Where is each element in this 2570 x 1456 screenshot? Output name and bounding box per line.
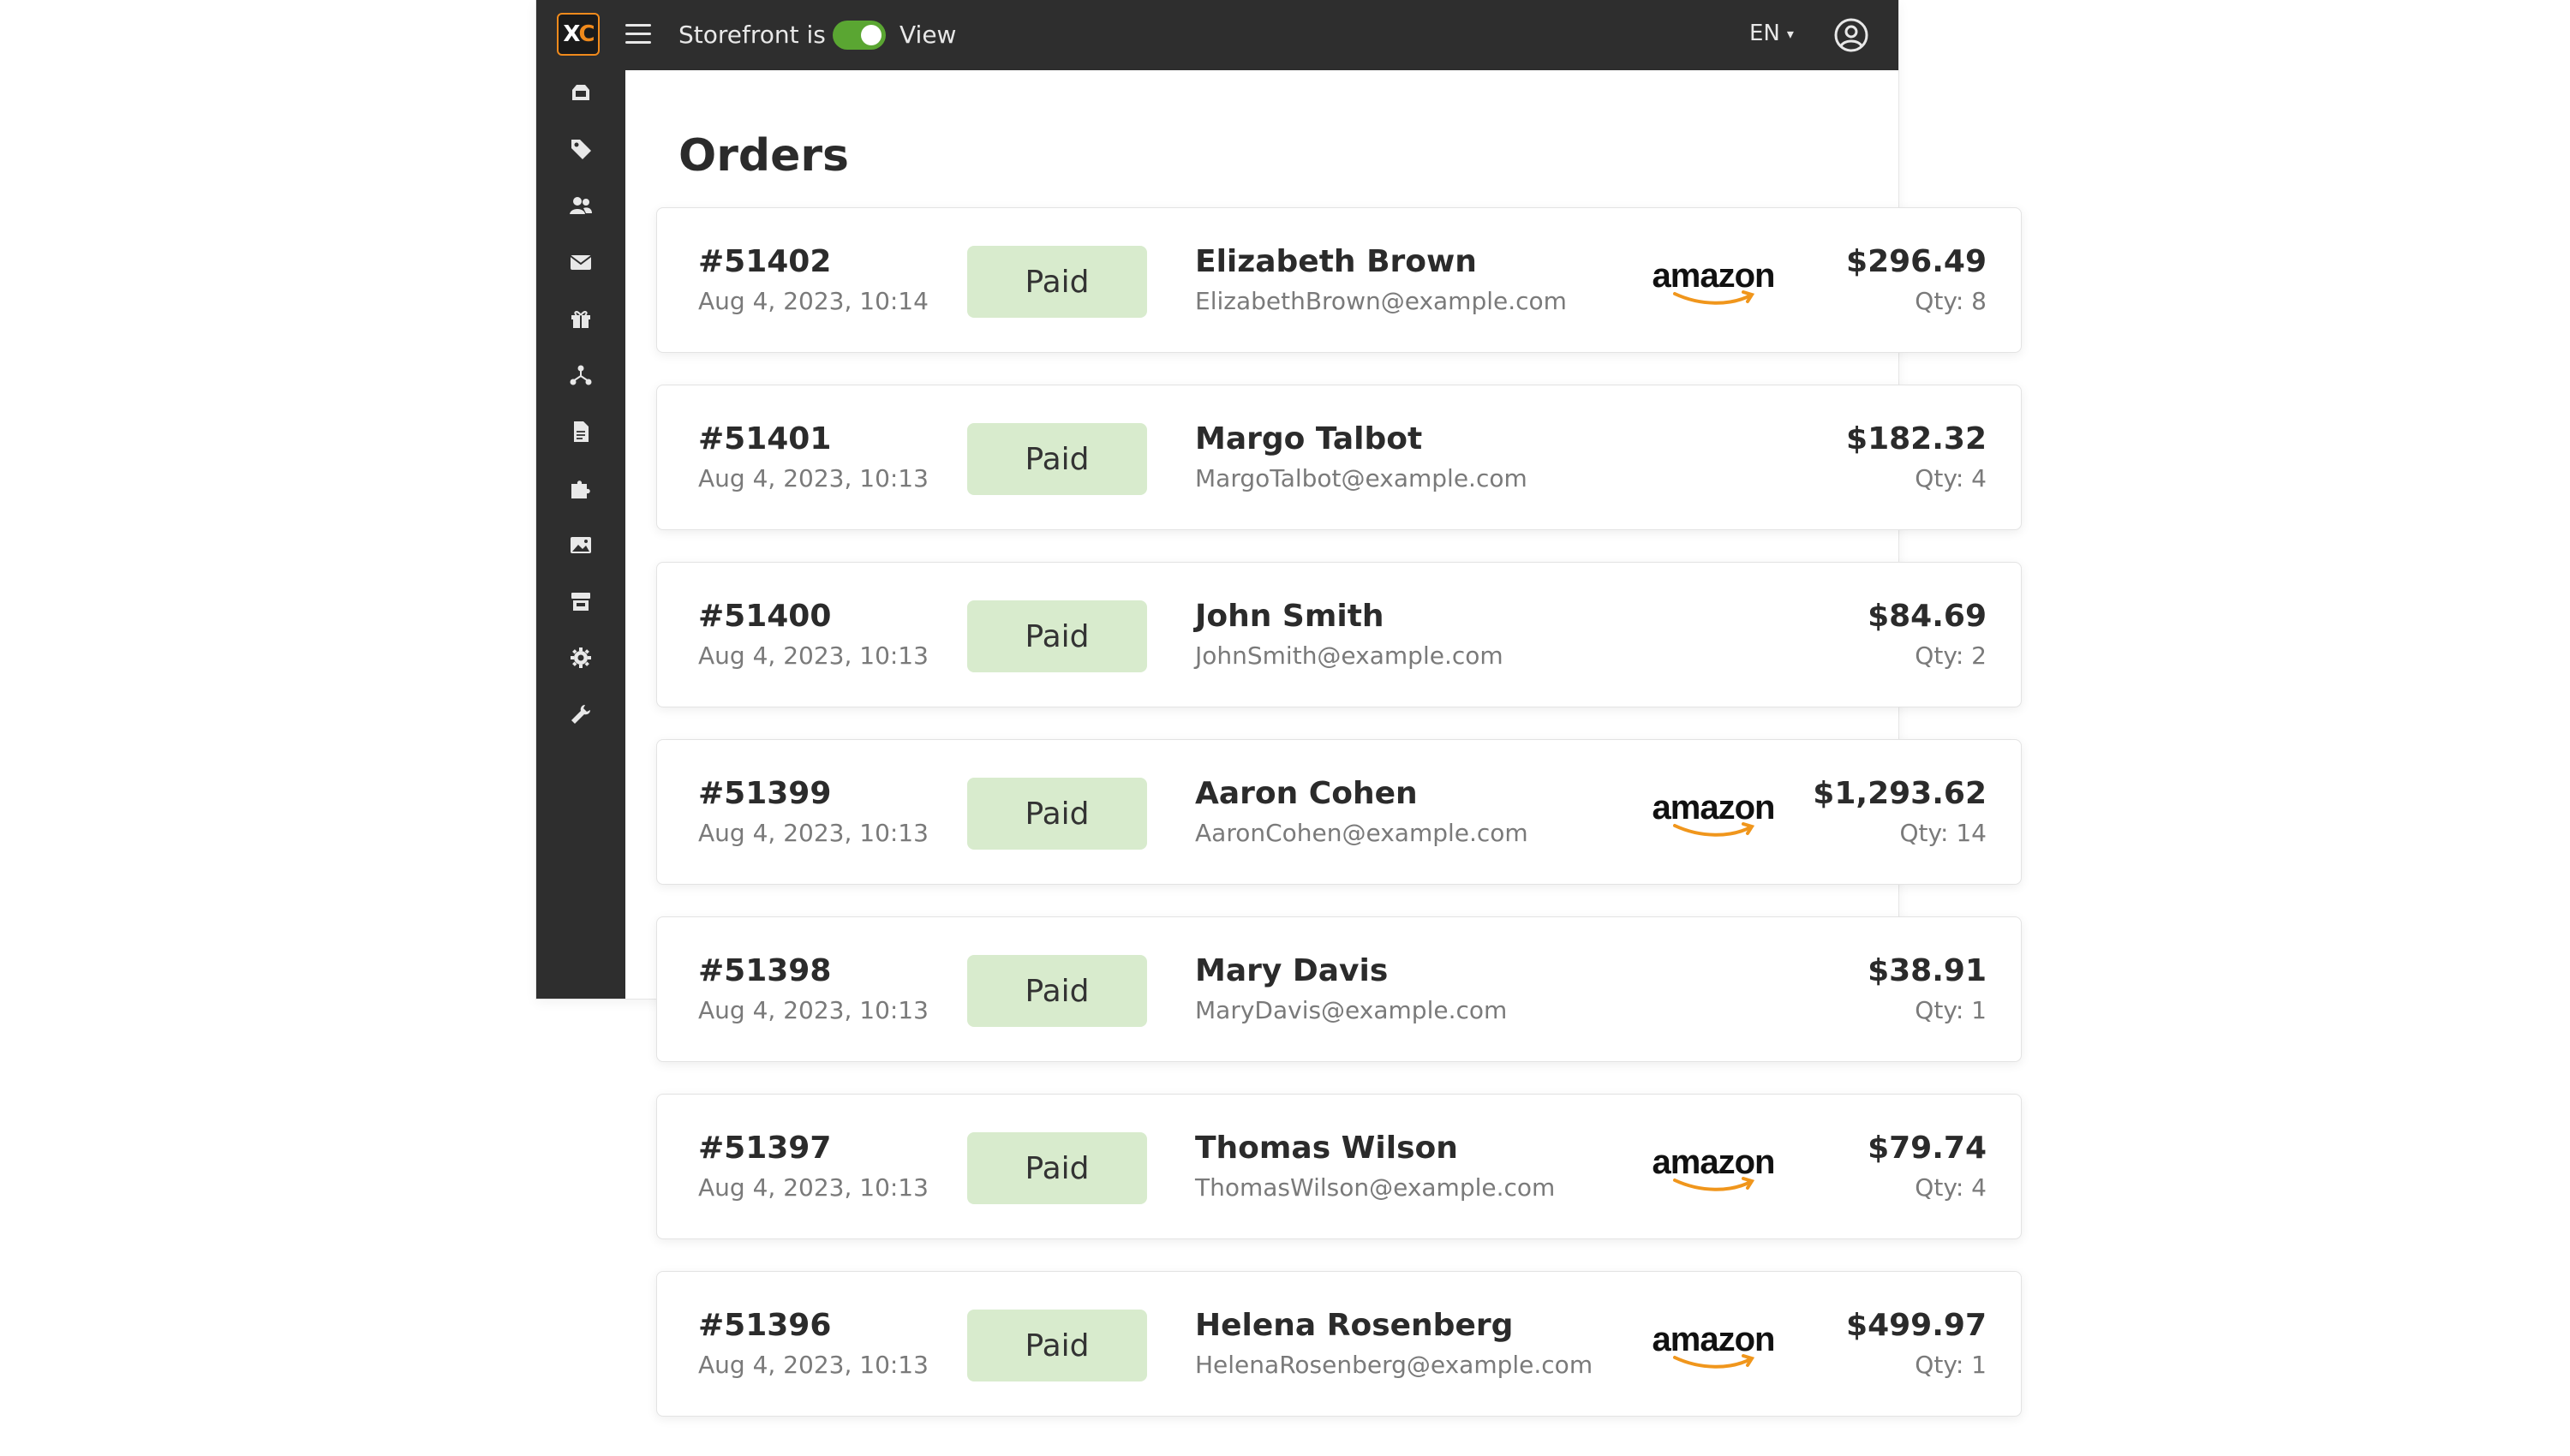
payment-status-badge[interactable]: Paid <box>967 600 1147 672</box>
order-number[interactable]: #51398 <box>698 953 831 988</box>
order-date: Aug 4, 2023, 10:13 <box>698 819 929 847</box>
order-date: Aug 4, 2023, 10:13 <box>698 1351 929 1379</box>
page-title: Orders <box>678 130 849 182</box>
payment-status-badge[interactable]: Paid <box>967 778 1147 850</box>
user-account-icon[interactable] <box>1833 17 1869 53</box>
customer-name[interactable]: Margo Talbot <box>1195 421 1422 456</box>
order-total: $38.91 <box>1868 953 1987 988</box>
svg-text:amazon: amazon <box>1653 258 1775 295</box>
customer-email: ThomasWilson@example.com <box>1195 1173 1556 1202</box>
order-quantity: Qty: 2 <box>1915 641 1987 670</box>
customer-name[interactable]: John Smith <box>1195 599 1384 634</box>
amazon-logo-icon: amazon <box>1653 1322 1775 1369</box>
image-icon[interactable] <box>565 529 596 560</box>
order-quantity: Qty: 4 <box>1915 1173 1987 1202</box>
order-total: $79.74 <box>1868 1131 1987 1166</box>
order-row[interactable]: #51400 Aug 4, 2023, 10:13 Paid John Smit… <box>656 562 2022 707</box>
chevron-down-icon: ▾ <box>1786 25 1794 42</box>
order-quantity: Qty: 14 <box>1899 819 1987 847</box>
language-selector[interactable]: EN ▾ <box>1749 21 1794 46</box>
order-number[interactable]: #51399 <box>698 776 831 811</box>
order-quantity: Qty: 4 <box>1915 464 1987 492</box>
order-total: $182.32 <box>1846 421 1987 456</box>
order-row[interactable]: #51397 Aug 4, 2023, 10:13 Paid Thomas Wi… <box>656 1094 2022 1239</box>
order-date: Aug 4, 2023, 10:13 <box>698 641 929 670</box>
sidebar <box>536 70 625 999</box>
order-quantity: Qty: 8 <box>1915 287 1987 315</box>
order-row[interactable]: #51402 Aug 4, 2023, 10:14 Paid Elizabeth… <box>656 207 2022 353</box>
order-date: Aug 4, 2023, 10:14 <box>698 287 929 315</box>
customer-email: MargoTalbot@example.com <box>1195 464 1527 492</box>
document-icon[interactable] <box>565 416 596 447</box>
order-number[interactable]: #51397 <box>698 1131 831 1166</box>
language-label: EN <box>1749 21 1780 46</box>
order-date: Aug 4, 2023, 10:13 <box>698 996 929 1024</box>
customer-email: MaryDavis@example.com <box>1195 996 1508 1024</box>
gear-icon[interactable] <box>565 642 596 673</box>
order-row[interactable]: #51401 Aug 4, 2023, 10:13 Paid Margo Tal… <box>656 385 2022 530</box>
order-row[interactable]: #51398 Aug 4, 2023, 10:13 Paid Mary Davi… <box>656 916 2022 1062</box>
customer-email: AaronCohen@example.com <box>1195 819 1528 847</box>
order-total: $84.69 <box>1868 599 1987 634</box>
customer-name[interactable]: Elizabeth Brown <box>1195 244 1477 279</box>
amazon-logo-icon: amazon <box>1653 1144 1775 1191</box>
payment-status-badge[interactable]: Paid <box>967 1132 1147 1204</box>
toggle-knob <box>861 25 882 45</box>
customer-email: ElizabethBrown@example.com <box>1195 287 1567 315</box>
customer-name[interactable]: Aaron Cohen <box>1195 776 1418 811</box>
customer-name[interactable]: Mary Davis <box>1195 953 1388 988</box>
dashboard-icon[interactable] <box>565 77 596 108</box>
svg-text:amazon: amazon <box>1653 1144 1775 1181</box>
tag-icon[interactable] <box>565 134 596 164</box>
order-total: $499.97 <box>1846 1308 1987 1343</box>
order-date: Aug 4, 2023, 10:13 <box>698 464 929 492</box>
order-number[interactable]: #51401 <box>698 421 831 456</box>
order-row[interactable]: #51399 Aug 4, 2023, 10:13 Paid Aaron Coh… <box>656 739 2022 885</box>
payment-status-badge[interactable]: Paid <box>967 955 1147 1027</box>
amazon-logo-icon: amazon <box>1653 790 1775 837</box>
payment-status-badge[interactable]: Paid <box>967 1310 1147 1381</box>
storefront-toggle[interactable] <box>833 21 886 50</box>
svg-text:amazon: amazon <box>1653 790 1775 826</box>
order-quantity: Qty: 1 <box>1915 996 1987 1024</box>
order-number[interactable]: #51402 <box>698 244 831 279</box>
payment-status-badge[interactable]: Paid <box>967 246 1147 318</box>
amazon-logo-icon: amazon <box>1653 258 1775 305</box>
storefront-status-label: Storefront is <box>678 21 826 49</box>
order-row[interactable]: #51396 Aug 4, 2023, 10:13 Paid Helena Ro… <box>656 1271 2022 1417</box>
customer-email: HelenaRosenberg@example.com <box>1195 1351 1593 1379</box>
order-number[interactable]: #51400 <box>698 599 831 634</box>
customer-name[interactable]: Helena Rosenberg <box>1195 1308 1513 1343</box>
wrench-icon[interactable] <box>565 699 596 730</box>
puzzle-icon[interactable] <box>565 473 596 504</box>
svg-text:amazon: amazon <box>1653 1322 1775 1358</box>
users-icon[interactable] <box>565 190 596 221</box>
order-number[interactable]: #51396 <box>698 1308 831 1343</box>
customer-name[interactable]: Thomas Wilson <box>1195 1131 1458 1166</box>
gift-icon[interactable] <box>565 303 596 334</box>
customer-email: JohnSmith@example.com <box>1195 641 1503 670</box>
payment-status-badge[interactable]: Paid <box>967 423 1147 495</box>
mail-icon[interactable] <box>565 247 596 277</box>
menu-icon[interactable] <box>625 24 651 45</box>
store-icon[interactable] <box>565 586 596 617</box>
top-bar: XC Storefront is View EN ▾ <box>536 0 1898 70</box>
order-total: $296.49 <box>1846 244 1987 279</box>
view-storefront-link[interactable]: View <box>900 21 956 49</box>
xc-logo[interactable]: XC <box>557 13 600 56</box>
order-quantity: Qty: 1 <box>1915 1351 1987 1379</box>
order-date: Aug 4, 2023, 10:13 <box>698 1173 929 1202</box>
order-total: $1,293.62 <box>1813 776 1987 811</box>
network-icon[interactable] <box>565 360 596 391</box>
